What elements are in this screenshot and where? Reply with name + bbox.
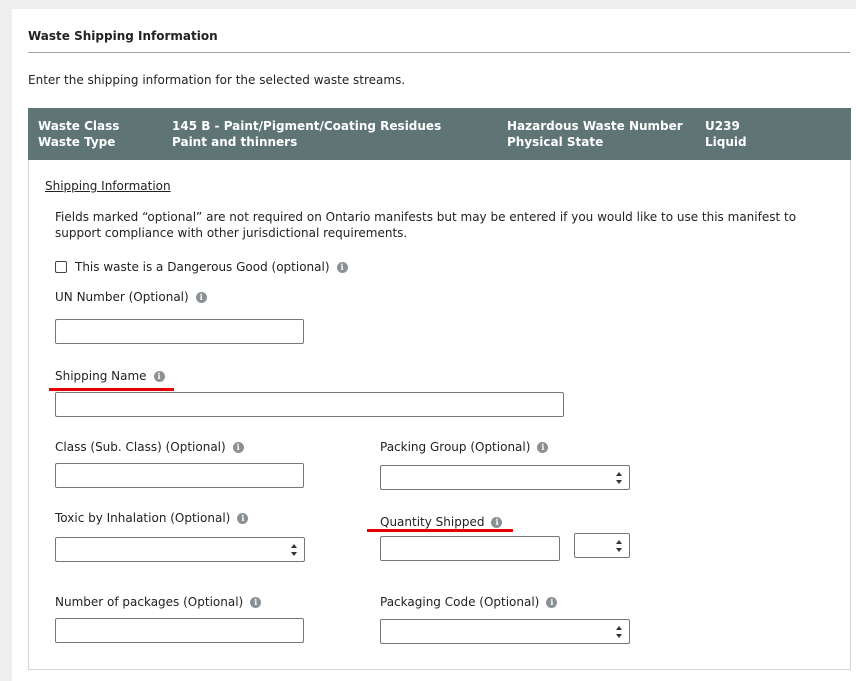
- toxic-label-row: Toxic by Inhalation (Optional) i: [55, 511, 249, 525]
- info-icon[interactable]: i: [237, 512, 249, 524]
- shipping-information-card: Shipping Information Fields marked “opti…: [28, 160, 851, 670]
- physical-state-value: Liquid: [705, 135, 747, 149]
- shipping-name-label: Shipping Name: [55, 369, 147, 383]
- select-arrows-icon: [291, 544, 297, 556]
- info-icon[interactable]: i: [250, 596, 262, 608]
- shipping-name-label-row: Shipping Name i: [55, 369, 165, 383]
- quantity-unit-select[interactable]: [574, 533, 630, 558]
- hazardous-waste-number-label: Hazardous Waste Number: [507, 119, 683, 133]
- number-of-packages-input[interactable]: [55, 618, 304, 643]
- shipping-name-highlight: [49, 388, 174, 391]
- shipping-name-input[interactable]: [55, 392, 564, 417]
- packaging-code-label: Packaging Code (Optional): [380, 595, 540, 609]
- info-icon[interactable]: i: [195, 291, 207, 303]
- info-icon[interactable]: i: [336, 261, 348, 273]
- un-number-input[interactable]: [55, 319, 304, 344]
- quantity-shipped-label: Quantity Shipped: [380, 515, 485, 529]
- info-icon[interactable]: i: [491, 516, 503, 528]
- waste-class-label: Waste Class: [38, 119, 120, 133]
- select-arrows-icon: [616, 626, 622, 638]
- number-of-packages-label: Number of packages (Optional): [55, 595, 244, 609]
- un-number-label: UN Number (Optional): [55, 290, 189, 304]
- waste-stream-summary-bar: Waste Class Waste Type 145 B - Paint/Pig…: [28, 108, 851, 160]
- waste-class-value: 145 B - Paint/Pigment/Coating Residues: [172, 119, 442, 133]
- toxic-by-inhalation-label: Toxic by Inhalation (Optional): [55, 511, 231, 525]
- packing-group-label-row: Packing Group (Optional) i: [380, 440, 549, 454]
- info-icon[interactable]: i: [153, 370, 165, 382]
- waste-type-label: Waste Type: [38, 135, 116, 149]
- class-label: Class (Sub. Class) (Optional): [55, 440, 226, 454]
- waste-shipping-panel: Waste Shipping Information Enter the shi…: [12, 9, 856, 681]
- hazardous-waste-number-value: U239: [705, 119, 740, 133]
- dangerous-good-label: This waste is a Dangerous Good (optional…: [75, 260, 330, 274]
- section-title: Waste Shipping Information: [28, 29, 218, 43]
- waste-type-value: Paint and thinners: [172, 135, 298, 149]
- packing-group-label: Packing Group (Optional): [380, 440, 531, 454]
- packaging-code-label-row: Packaging Code (Optional) i: [380, 595, 558, 609]
- quantity-shipped-input[interactable]: [380, 536, 560, 561]
- packaging-code-select[interactable]: [380, 619, 630, 644]
- toxic-by-inhalation-select[interactable]: [55, 537, 305, 562]
- packing-group-select[interactable]: [380, 465, 630, 490]
- optional-fields-note: Fields marked “optional” are not require…: [55, 210, 797, 240]
- class-label-row: Class (Sub. Class) (Optional) i: [55, 440, 244, 454]
- info-icon[interactable]: i: [546, 596, 558, 608]
- select-arrows-icon: [616, 540, 622, 552]
- info-icon[interactable]: i: [232, 441, 244, 453]
- un-number-label-row: UN Number (Optional) i: [55, 290, 207, 304]
- physical-state-label: Physical State: [507, 135, 604, 149]
- quantity-shipped-highlight: [367, 529, 513, 532]
- packages-label-row: Number of packages (Optional) i: [55, 595, 262, 609]
- section-divider: [28, 52, 850, 53]
- dangerous-good-row: This waste is a Dangerous Good (optional…: [55, 259, 348, 275]
- intro-text: Enter the shipping information for the s…: [28, 73, 406, 87]
- dangerous-good-checkbox[interactable]: [55, 261, 67, 273]
- select-arrows-icon: [616, 472, 622, 484]
- top-page-background: [0, 0, 856, 9]
- quantity-label-row: Quantity Shipped i: [380, 515, 503, 529]
- class-input[interactable]: [55, 463, 304, 488]
- left-page-background: [0, 0, 12, 681]
- shipping-information-heading: Shipping Information: [45, 179, 171, 193]
- info-icon[interactable]: i: [537, 441, 549, 453]
